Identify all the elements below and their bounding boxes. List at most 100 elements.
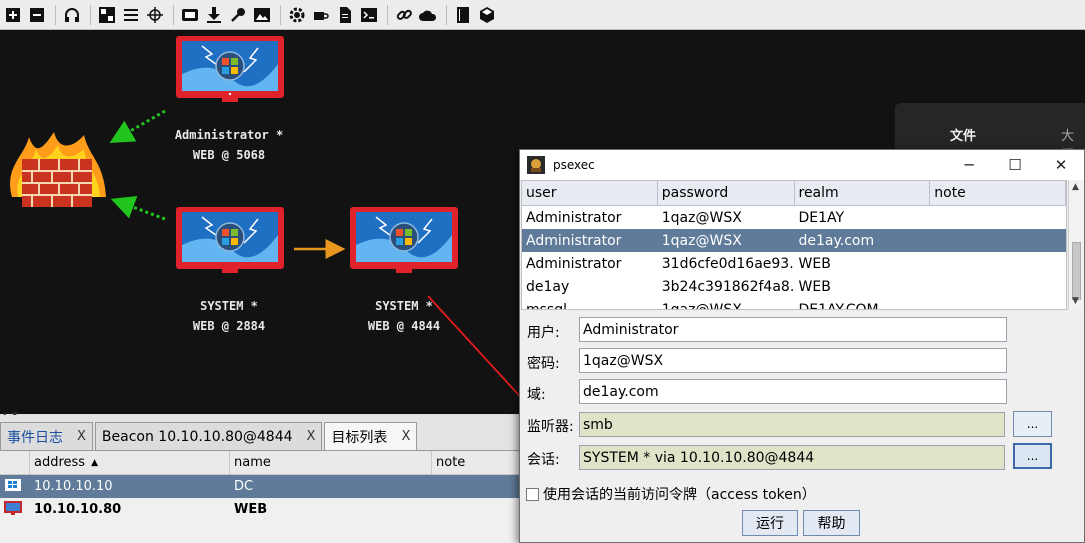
table-row[interactable]: Administrator 1qaz@WSX de1ay.com bbox=[522, 229, 1066, 252]
crosshair-icon[interactable] bbox=[144, 4, 166, 26]
book-icon[interactable] bbox=[452, 4, 474, 26]
table-row[interactable]: 10.10.10.10 DC bbox=[0, 475, 520, 498]
cell-realm: DE1AY bbox=[798, 209, 845, 226]
table-row[interactable]: 10.10.10.80 WEB bbox=[0, 498, 520, 521]
host-node[interactable] bbox=[172, 34, 288, 104]
credentials-table-header: user password realm note bbox=[522, 181, 1066, 206]
maximize-button[interactable]: ☐ bbox=[992, 150, 1038, 180]
windows-host-icon bbox=[176, 207, 284, 273]
cell-realm: WEB bbox=[798, 255, 831, 272]
connect-icon[interactable] bbox=[96, 4, 118, 26]
image-icon[interactable] bbox=[251, 4, 273, 26]
column-header-label: note bbox=[436, 455, 466, 470]
minus-icon[interactable] bbox=[26, 4, 48, 26]
host-node[interactable] bbox=[346, 205, 462, 275]
cell-user: Administrator bbox=[526, 209, 622, 226]
tab-targets[interactable]: 目标列表 X bbox=[324, 422, 418, 450]
download-icon[interactable] bbox=[203, 4, 225, 26]
minimize-button[interactable]: ─ bbox=[946, 150, 992, 180]
cloud-icon[interactable] bbox=[417, 4, 439, 26]
column-header-icon[interactable] bbox=[0, 451, 30, 474]
tab-file[interactable]: 文件 bbox=[950, 125, 976, 144]
cell-password: 1qaz@WSX bbox=[661, 301, 742, 310]
password-field[interactable]: 1qaz@WSX bbox=[579, 348, 1007, 373]
key-icon[interactable] bbox=[227, 4, 249, 26]
cell-address: 10.10.10.10 bbox=[34, 479, 113, 494]
close-button[interactable]: ✕ bbox=[1038, 150, 1084, 180]
column-header-name[interactable]: name bbox=[230, 451, 432, 474]
screenshot-icon[interactable] bbox=[179, 4, 201, 26]
table-row[interactable]: de1ay 3b24c391862f4a8... WEB bbox=[522, 275, 1066, 298]
help-button[interactable]: 帮助 bbox=[803, 510, 860, 536]
link-icon[interactable] bbox=[393, 4, 415, 26]
node-user-label: SYSTEM * bbox=[375, 299, 433, 313]
cell-realm: DE1AY.COM bbox=[798, 301, 879, 310]
scroll-thumb[interactable] bbox=[1072, 242, 1081, 300]
session-field[interactable]: SYSTEM * via 10.10.10.80@4844 bbox=[579, 445, 1005, 470]
tab-event-log[interactable]: 事件日志 X bbox=[0, 422, 93, 450]
table-row[interactable]: Administrator 1qaz@WSX DE1AY bbox=[522, 206, 1066, 229]
listener-label: 监听器: bbox=[527, 419, 574, 435]
cell-name: DC bbox=[234, 479, 254, 494]
node-host-label: WEB @ 4844 bbox=[367, 319, 441, 333]
column-header-password[interactable]: password bbox=[658, 181, 795, 205]
password-label: 密码: bbox=[527, 356, 560, 372]
firewall-icon bbox=[4, 127, 112, 217]
cell-user: mssql bbox=[526, 301, 568, 310]
tab-label: Beacon 10.10.10.80@4844 bbox=[101, 428, 293, 445]
cell-password: 3b24c391862f4a8... bbox=[661, 278, 795, 295]
dialog-title: psexec bbox=[553, 158, 595, 172]
cell-realm: de1ay.com bbox=[798, 232, 875, 249]
coffee-icon[interactable] bbox=[310, 4, 332, 26]
session-label: 会话: bbox=[527, 452, 560, 468]
plus-icon[interactable] bbox=[2, 4, 24, 26]
column-header-label: address bbox=[34, 455, 86, 470]
toolbar-divider bbox=[280, 4, 281, 25]
terminal-icon[interactable] bbox=[358, 4, 380, 26]
listener-field[interactable]: smb bbox=[579, 412, 1005, 437]
tab-label: 事件日志 bbox=[7, 429, 63, 446]
choose-listener-button[interactable]: ... bbox=[1013, 411, 1052, 437]
cell-password: 1qaz@WSX bbox=[661, 232, 742, 249]
credentials-scrollbar[interactable]: ▲ ▼ bbox=[1068, 180, 1084, 310]
tab-beacon[interactable]: Beacon 10.10.10.80@4844 X bbox=[94, 422, 323, 450]
column-header-note[interactable]: note bbox=[930, 181, 1066, 205]
column-header-user[interactable]: user bbox=[522, 181, 658, 205]
toolbar-divider bbox=[446, 4, 447, 25]
node-host-label: WEB @ 2884 bbox=[192, 319, 266, 333]
headphones-icon[interactable] bbox=[61, 4, 83, 26]
scroll-down-icon[interactable]: ▼ bbox=[1072, 296, 1079, 306]
cell-user: de1ay bbox=[526, 278, 570, 295]
dialog-titlebar[interactable]: psexec ─ ☐ ✕ bbox=[520, 150, 1084, 180]
app-icon bbox=[527, 156, 545, 174]
gear-icon[interactable] bbox=[286, 4, 308, 26]
sort-ascending-icon: ▲ bbox=[91, 457, 98, 468]
checkbox-box[interactable] bbox=[526, 487, 539, 501]
scroll-up-icon[interactable]: ▲ bbox=[1072, 182, 1079, 192]
close-icon[interactable]: X bbox=[401, 429, 410, 444]
user-field[interactable]: Administrator bbox=[579, 317, 1007, 342]
document-icon[interactable] bbox=[334, 4, 356, 26]
domain-field[interactable]: de1ay.com bbox=[579, 379, 1007, 404]
column-header-address[interactable]: address ▲ bbox=[30, 451, 230, 474]
column-header-note[interactable]: note bbox=[432, 451, 520, 474]
run-button[interactable]: 运行 bbox=[742, 510, 798, 536]
choose-session-button[interactable]: ... bbox=[1013, 443, 1052, 469]
list-icon[interactable] bbox=[120, 4, 142, 26]
checkbox-label: 使用会话的当前访问令牌（access token） bbox=[543, 487, 816, 503]
toolbar-divider bbox=[90, 4, 91, 25]
cube-icon[interactable] bbox=[476, 4, 498, 26]
domain-label: 域: bbox=[527, 387, 546, 403]
table-row[interactable]: mssql 1qaz@WSX DE1AY.COM bbox=[522, 298, 1066, 310]
use-token-checkbox[interactable]: 使用会话的当前访问令牌（access token） bbox=[526, 484, 816, 504]
cell-name: WEB bbox=[234, 502, 268, 517]
cell-address: 10.10.10.80 bbox=[34, 502, 122, 517]
close-icon[interactable]: X bbox=[307, 429, 316, 444]
windows-host-icon bbox=[350, 207, 458, 273]
credentials-table[interactable]: user password realm note Administrator 1… bbox=[521, 180, 1067, 310]
host-node[interactable] bbox=[172, 205, 288, 275]
table-row[interactable]: Administrator 31d6cfe0d16ae93... WEB bbox=[522, 252, 1066, 275]
column-header-realm[interactable]: realm bbox=[795, 181, 931, 205]
column-header-label: name bbox=[234, 455, 271, 470]
close-icon[interactable]: X bbox=[77, 429, 86, 444]
